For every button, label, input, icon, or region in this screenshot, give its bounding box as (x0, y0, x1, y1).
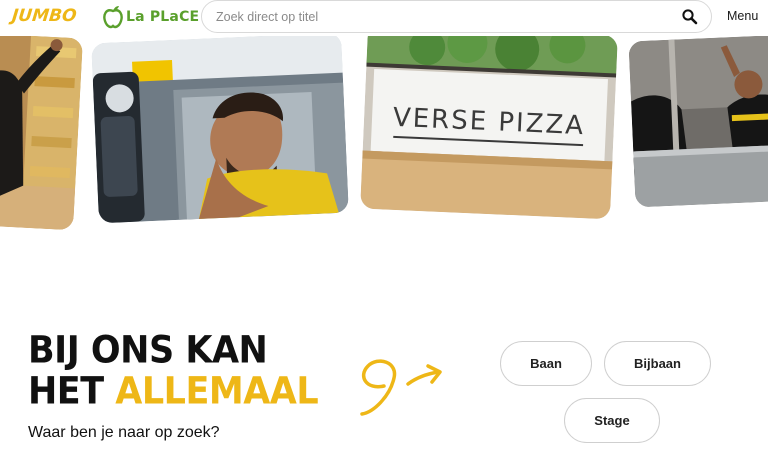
driver-in-truck-photo (91, 32, 349, 224)
headline-word-dark: HET (28, 369, 104, 414)
option-stage-button[interactable]: Stage (564, 398, 660, 443)
site-header: JUMBO La PLaCE Menu (0, 0, 768, 36)
search-bar (201, 0, 712, 33)
apple-leaf-icon (103, 6, 123, 29)
option-baan-button[interactable]: Baan (500, 341, 592, 386)
headline-word-accent: ALLEMAAL (115, 369, 319, 414)
employee-in-store-photo (0, 33, 83, 231)
photo-carousel: VERSE PIZZA (0, 24, 768, 236)
laplace-logo-text: La PLaCE (126, 9, 200, 25)
laplace-logo[interactable]: La PLaCE (102, 4, 199, 30)
option-bijbaan-button[interactable]: Bijbaan (604, 341, 711, 386)
hero-headline: BIJ ONS KAN HET ALLEMAAL (28, 328, 319, 414)
verse-pizza-counter-photo: VERSE PIZZA (360, 24, 618, 220)
jumbo-logo[interactable]: JUMBO (11, 6, 78, 26)
search-input[interactable] (216, 8, 656, 26)
menu-button[interactable]: Menu (727, 9, 758, 23)
headline-line-1: BIJ ONS KAN (28, 328, 268, 373)
employees-waving-photo (628, 34, 768, 208)
search-icon[interactable] (681, 8, 699, 26)
headline-line-2: HET ALLEMAAL (28, 369, 319, 414)
page: JUMBO La PLaCE Menu (0, 0, 768, 450)
hero-subheading: Waar ben je naar op zoek? (28, 424, 220, 441)
squiggle-arrow-icon (360, 359, 442, 416)
